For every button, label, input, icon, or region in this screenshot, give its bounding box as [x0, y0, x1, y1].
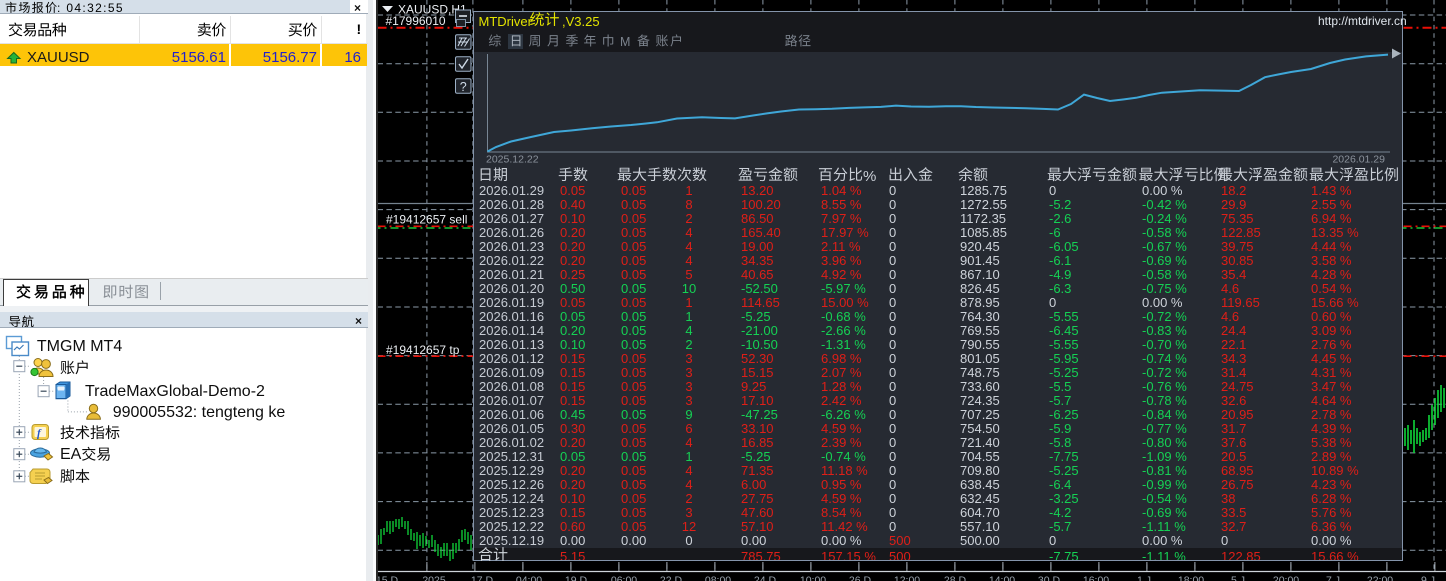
svg-text:%: %: [863, 168, 876, 185]
